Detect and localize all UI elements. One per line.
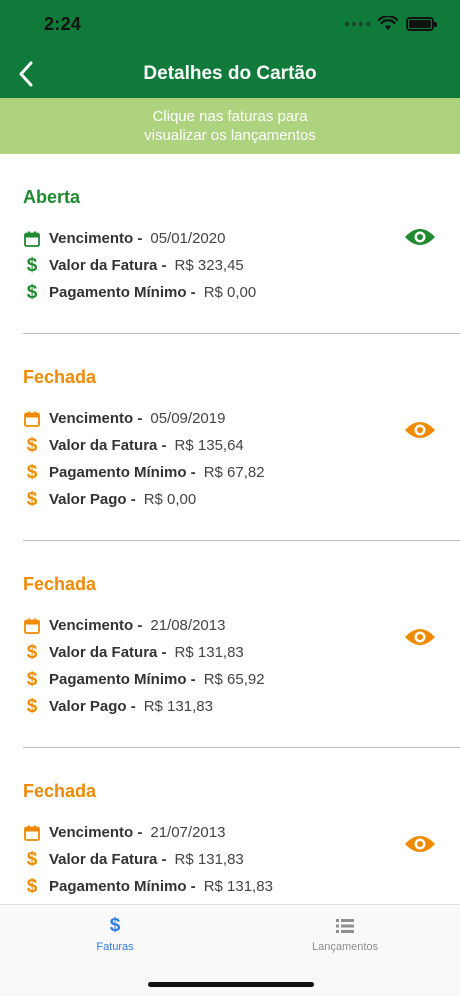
invoice-row: $ Valor Pago - R$ 131,83	[23, 693, 460, 720]
view-invoice-eye-icon[interactable]	[403, 225, 437, 249]
invoice-row: $ Pagamento Mínimo - R$ 0,00	[23, 279, 460, 306]
navbar: Detalhes do Cartão	[0, 50, 460, 98]
invoice-row: Vencimento - 05/09/2019	[23, 405, 460, 432]
invoice-row: $ Pagamento Mínimo - R$ 67,82	[23, 459, 460, 486]
dollar-icon: $	[26, 641, 38, 663]
invoice-card[interactable]: Fechada Vencimento - 21/07/2013 $ Valor da F…	[23, 748, 460, 904]
banner-line-2: visualizar os lançamentos	[144, 127, 316, 144]
calendar-icon	[23, 824, 41, 842]
invoice-row-value: R$ 67,82	[203, 464, 265, 481]
invoice-row-value: R$ 131,83	[203, 878, 273, 895]
view-invoice-eye-icon[interactable]	[403, 832, 437, 856]
invoice-status: Fechada	[23, 367, 97, 387]
invoice-row-label: Valor da Fatura -	[49, 437, 167, 454]
invoice-row: $ Valor da Fatura - R$ 131,83	[23, 639, 460, 666]
dollar-icon: $	[26, 488, 38, 510]
invoice-row-value: R$ 131,83	[174, 644, 244, 661]
invoice-row: $ Valor da Fatura - R$ 323,45	[23, 252, 460, 279]
signal-icon	[345, 21, 370, 26]
invoice-status: Fechada	[23, 781, 97, 801]
invoice-row-label: Valor da Fatura -	[49, 644, 167, 661]
tab-faturas-label: Faturas	[96, 941, 134, 953]
status-icons	[345, 16, 437, 31]
tab-lancamentos[interactable]: Lançamentos	[230, 905, 460, 965]
dollar-icon: $	[26, 461, 38, 483]
status-bar: 2:24	[0, 0, 460, 50]
invoice-row-value: R$ 0,00	[143, 491, 197, 508]
invoice-row: $ Valor Pago - R$ 0,00	[23, 486, 460, 513]
dollar-icon: $	[109, 915, 121, 936]
view-invoice-eye-icon[interactable]	[403, 625, 437, 649]
invoice-row-label: Pagamento Mínimo -	[49, 464, 196, 481]
dollar-icon: $	[26, 254, 38, 276]
invoice-row: $ Valor da Fatura - R$ 131,83	[23, 846, 460, 873]
status-time: 2:24	[44, 14, 82, 34]
home-indicator	[148, 982, 314, 987]
invoice-card[interactable]: Fechada Vencimento - 21/08/2013 $ Valor da F…	[23, 541, 460, 748]
invoice-row-label: Vencimento -	[49, 230, 143, 247]
calendar-icon	[23, 230, 41, 248]
invoice-row-value: R$ 135,64	[174, 437, 244, 454]
calendar-icon	[23, 410, 41, 428]
invoice-list[interactable]: Aberta Vencimento - 05/01/2020 $ Valor da Fa…	[0, 154, 460, 904]
invoice-status: Aberta	[23, 187, 81, 207]
invoice-row-value: R$ 0,00	[203, 284, 257, 301]
dollar-icon: $	[26, 434, 38, 456]
invoice-row-label: Vencimento -	[49, 617, 143, 634]
tab-bar: $ Faturas Lançamentos	[0, 904, 460, 996]
invoice-row-value: 05/09/2019	[150, 410, 226, 427]
invoice-row: Vencimento - 21/07/2013	[23, 819, 460, 846]
invoice-row-value: 21/07/2013	[150, 824, 226, 841]
tab-faturas[interactable]: $ Faturas	[0, 905, 230, 965]
dollar-icon: $	[26, 695, 38, 717]
wifi-icon	[378, 16, 398, 30]
invoice-row-label: Valor da Fatura -	[49, 257, 167, 274]
invoice-card[interactable]: Fechada Vencimento - 05/09/2019 $ Valor da F…	[23, 334, 460, 541]
dollar-icon: $	[26, 875, 38, 897]
invoice-row-value: R$ 323,45	[174, 257, 244, 274]
invoice-row: Vencimento - 21/08/2013	[23, 612, 460, 639]
invoice-row: $ Valor da Fatura - R$ 135,64	[23, 432, 460, 459]
dollar-icon: $	[26, 848, 38, 870]
invoice-row-value: 05/01/2020	[150, 230, 226, 247]
invoice-row-value: R$ 65,92	[203, 671, 265, 688]
invoice-row-label: Pagamento Mínimo -	[49, 284, 196, 301]
invoice-row-value: R$ 131,83	[143, 698, 213, 715]
tab-lancamentos-label: Lançamentos	[311, 941, 379, 953]
info-banner: Clique nas faturas para visualizar os la…	[0, 98, 460, 154]
invoice-row-label: Vencimento -	[49, 824, 143, 841]
invoice-row-value: R$ 131,83	[174, 851, 244, 868]
invoice-row-value: 21/08/2013	[150, 617, 226, 634]
invoice-row-label: Vencimento -	[49, 410, 143, 427]
invoice-row-label: Valor da Fatura -	[49, 851, 167, 868]
invoice-row-label: Valor Pago -	[49, 491, 136, 508]
list-icon	[230, 915, 460, 937]
banner-line-1: Clique nas faturas para	[152, 108, 308, 125]
invoice-row: $ Pagamento Mínimo - R$ 65,92	[23, 666, 460, 693]
calendar-icon	[23, 617, 41, 635]
dollar-icon: $	[26, 281, 38, 303]
invoice-card[interactable]: Aberta Vencimento - 05/01/2020 $ Valor da Fa…	[23, 154, 460, 334]
battery-icon	[406, 16, 437, 31]
invoice-status: Fechada	[23, 574, 97, 594]
dollar-icon: $	[26, 668, 38, 690]
page-title: Detalhes do Cartão	[143, 63, 317, 84]
invoice-row-label: Valor Pago -	[49, 698, 136, 715]
invoice-row-label: Pagamento Mínimo -	[49, 671, 196, 688]
invoice-row: Vencimento - 05/01/2020	[23, 225, 460, 252]
invoice-row-label: Pagamento Mínimo -	[49, 878, 196, 895]
invoice-row: $ Pagamento Mínimo - R$ 131,83	[23, 873, 460, 900]
view-invoice-eye-icon[interactable]	[403, 418, 437, 442]
